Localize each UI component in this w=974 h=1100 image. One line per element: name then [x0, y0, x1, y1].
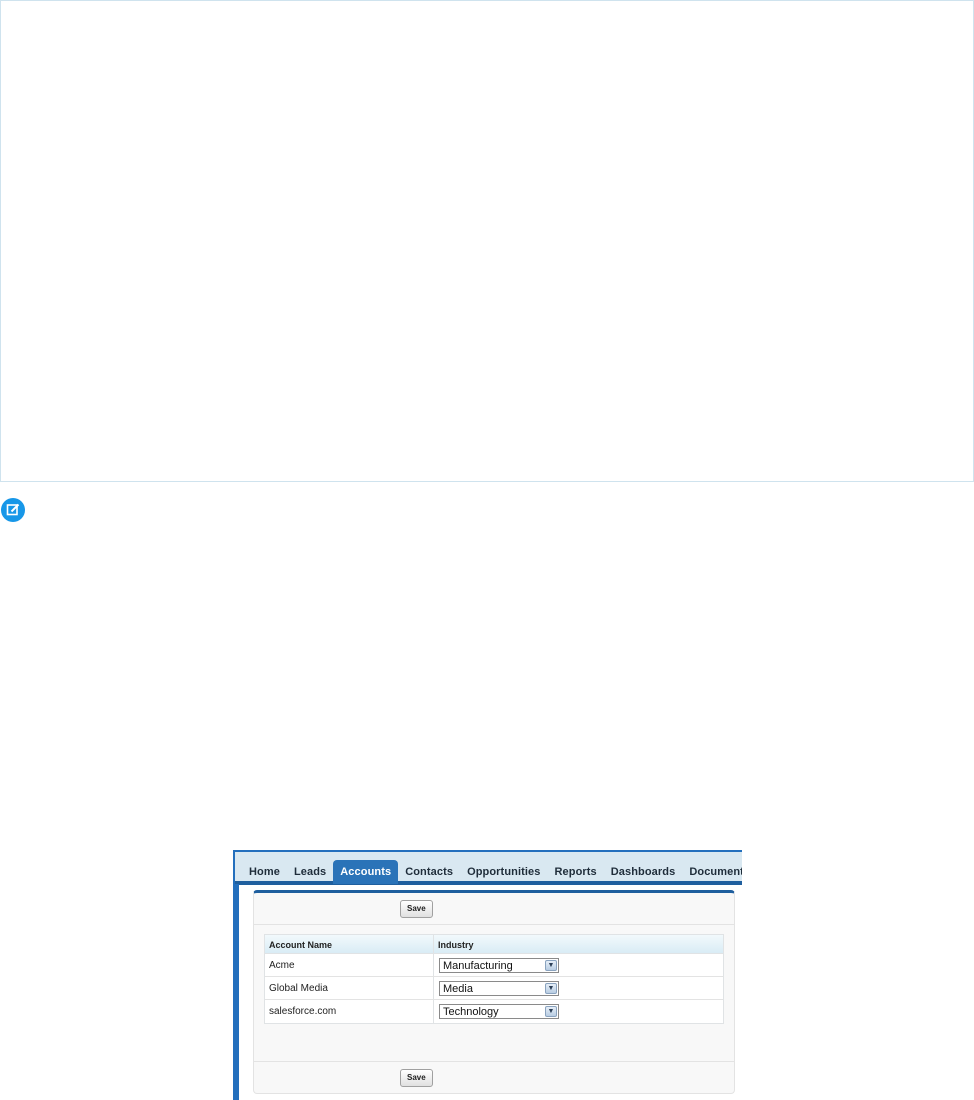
- table-header: Account Name Industry: [265, 935, 723, 954]
- column-header-industry: Industry: [438, 940, 474, 950]
- visualforce-page-screenshot: Home Leads Accounts Contacts Opportuniti…: [233, 850, 742, 1100]
- industry-select-value: Manufacturing: [443, 959, 513, 972]
- page-content: Save Account Name Industry Acme Manufact…: [239, 884, 742, 1100]
- industry-cell: Media ▼: [434, 977, 723, 999]
- tab-accounts[interactable]: Accounts: [333, 860, 399, 884]
- tab-reports[interactable]: Reports: [547, 860, 603, 884]
- edit-note-icon: [0, 497, 26, 523]
- tab-bar: Home Leads Accounts Contacts Opportuniti…: [235, 852, 742, 884]
- table-row: salesforce.com Technology ▼: [265, 1000, 723, 1023]
- tab-dashboards[interactable]: Dashboards: [604, 860, 683, 884]
- button-row-bottom: Save: [254, 1061, 734, 1093]
- chevron-down-icon[interactable]: ▼: [545, 982, 557, 994]
- chevron-down-icon[interactable]: ▼: [545, 1006, 557, 1017]
- account-name-cell: Global Media: [265, 977, 434, 999]
- account-name-cell: salesforce.com: [265, 1000, 434, 1023]
- button-row-top: Save: [254, 893, 734, 925]
- tab-contacts[interactable]: Contacts: [398, 860, 460, 884]
- industry-select-value: Media: [443, 982, 473, 995]
- industry-select-value: Technology: [443, 1006, 499, 1018]
- industry-select[interactable]: Technology ▼: [439, 1004, 559, 1019]
- save-button-bottom[interactable]: Save: [400, 1069, 433, 1087]
- tab-opportunities[interactable]: Opportunities: [460, 860, 547, 884]
- tab-documents[interactable]: Documents: [682, 860, 742, 884]
- table-row: Global Media Media ▼: [265, 977, 723, 1000]
- table-row: Acme Manufacturing ▼: [265, 954, 723, 977]
- column-header-account-name: Account Name: [265, 935, 434, 953]
- industry-select[interactable]: Media ▼: [439, 980, 559, 996]
- save-button-top[interactable]: Save: [400, 900, 433, 918]
- page-block: Save Account Name Industry Acme Manufact…: [253, 890, 735, 1094]
- industry-cell: Manufacturing ▼: [434, 954, 723, 976]
- code-sample-panel: [0, 0, 974, 482]
- tab-leads[interactable]: Leads: [287, 860, 333, 884]
- industry-select[interactable]: Manufacturing ▼: [439, 957, 559, 973]
- tab-home[interactable]: Home: [235, 860, 287, 884]
- account-name-cell: Acme: [265, 954, 434, 976]
- chevron-down-icon[interactable]: ▼: [545, 959, 557, 971]
- accounts-table: Account Name Industry Acme Manufacturing…: [264, 934, 724, 1024]
- industry-cell: Technology ▼: [434, 1000, 723, 1023]
